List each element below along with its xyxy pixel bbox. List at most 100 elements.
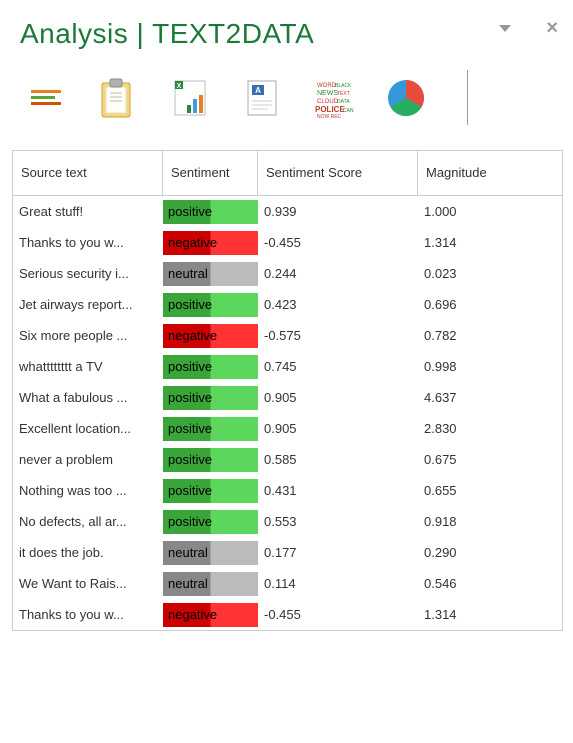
cell-magnitude: 0.023 xyxy=(418,258,562,289)
cell-source: Excellent location... xyxy=(13,413,163,444)
cell-magnitude: 1.000 xyxy=(418,196,562,227)
table-row[interactable]: Jet airways report...positive0.4230.696 xyxy=(13,289,562,320)
svg-text:A: A xyxy=(255,86,261,95)
document-icon[interactable]: A xyxy=(241,77,283,119)
cell-score: 0.423 xyxy=(258,289,418,320)
table-row[interactable]: We Want to Rais...neutral0.1140.546 xyxy=(13,568,562,599)
table-row[interactable]: Six more people ...negative-0.5750.782 xyxy=(13,320,562,351)
lines-icon[interactable] xyxy=(25,77,67,119)
table-row[interactable]: Thanks to you w...negative-0.4551.314 xyxy=(13,227,562,258)
sentiment-badge: negative xyxy=(163,324,258,348)
cell-score: 0.905 xyxy=(258,413,418,444)
cell-sentiment: positive xyxy=(163,289,258,320)
cell-sentiment: negative xyxy=(163,599,258,630)
cell-sentiment: positive xyxy=(163,351,258,382)
cell-sentiment: negative xyxy=(163,227,258,258)
cell-sentiment: neutral xyxy=(163,537,258,568)
col-header-source[interactable]: Source text xyxy=(13,151,163,195)
table-row[interactable]: it does the job.neutral0.1770.290 xyxy=(13,537,562,568)
cell-sentiment: positive xyxy=(163,413,258,444)
sentiment-badge: positive xyxy=(163,200,258,224)
cell-sentiment: positive xyxy=(163,196,258,227)
cell-source: We Want to Rais... xyxy=(13,568,163,599)
table-row[interactable]: Serious security i...neutral0.2440.023 xyxy=(13,258,562,289)
cell-sentiment: positive xyxy=(163,444,258,475)
cell-sentiment: neutral xyxy=(163,258,258,289)
cell-source: Six more people ... xyxy=(13,320,163,351)
cell-magnitude: 4.637 xyxy=(418,382,562,413)
svg-text:NEWS: NEWS xyxy=(317,90,338,97)
dropdown-icon[interactable] xyxy=(499,25,511,32)
cell-magnitude: 0.655 xyxy=(418,475,562,506)
sentiment-badge: positive xyxy=(163,417,258,441)
cell-score: 0.939 xyxy=(258,196,418,227)
toolbar: X A WORD BLACK NEWS TEXT CLOUD DATA POLI… xyxy=(0,50,573,145)
cell-source: What a fabulous ... xyxy=(13,382,163,413)
svg-text:POLICE: POLICE xyxy=(315,105,345,114)
sentiment-badge: positive xyxy=(163,510,258,534)
cell-magnitude: 0.675 xyxy=(418,444,562,475)
svg-text:BLACK: BLACK xyxy=(335,83,352,89)
window-controls: × xyxy=(499,18,558,38)
sentiment-badge: neutral xyxy=(163,572,258,596)
table-row[interactable]: No defects, all ar...positive0.5530.918 xyxy=(13,506,562,537)
sentiment-badge: neutral xyxy=(163,541,258,565)
sentiment-badge: positive xyxy=(163,448,258,472)
cell-sentiment: positive xyxy=(163,382,258,413)
cell-score: 0.905 xyxy=(258,382,418,413)
cell-magnitude: 0.998 xyxy=(418,351,562,382)
panel-header: Analysis | TEXT2DATA × xyxy=(0,0,573,50)
table-row[interactable]: Thanks to you w...negative-0.4551.314 xyxy=(13,599,562,630)
cell-sentiment: positive xyxy=(163,475,258,506)
table-row[interactable]: Great stuff!positive0.9391.000 xyxy=(13,196,562,227)
cell-score: 0.553 xyxy=(258,506,418,537)
cell-source: whatttttttt a TV xyxy=(13,351,163,382)
table-header-row: Source text Sentiment Sentiment Score Ma… xyxy=(13,151,562,196)
table-row[interactable]: never a problempositive0.5850.675 xyxy=(13,444,562,475)
cell-score: 0.431 xyxy=(258,475,418,506)
sentiment-badge: positive xyxy=(163,355,258,379)
sentiment-badge: positive xyxy=(163,386,258,410)
clipboard-icon[interactable] xyxy=(97,77,139,119)
sentiment-badge: positive xyxy=(163,293,258,317)
pie-chart-icon[interactable] xyxy=(385,77,427,119)
cell-magnitude: 0.696 xyxy=(418,289,562,320)
cell-source: No defects, all ar... xyxy=(13,506,163,537)
cell-score: 0.244 xyxy=(258,258,418,289)
col-header-sentiment[interactable]: Sentiment xyxy=(163,151,258,195)
svg-text:NOW REC: NOW REC xyxy=(317,114,342,119)
col-header-magnitude[interactable]: Magnitude xyxy=(418,151,562,195)
svg-text:CAN: CAN xyxy=(343,108,354,114)
table-row[interactable]: whatttttttt a TVpositive0.7450.998 xyxy=(13,351,562,382)
sentiment-badge: positive xyxy=(163,479,258,503)
cell-source: Thanks to you w... xyxy=(13,227,163,258)
cell-source: Thanks to you w... xyxy=(13,599,163,630)
wordcloud-icon[interactable]: WORD BLACK NEWS TEXT CLOUD DATA POLICE C… xyxy=(313,77,355,119)
sentiment-badge: neutral xyxy=(163,262,258,286)
cell-sentiment: negative xyxy=(163,320,258,351)
toolbar-separator xyxy=(467,70,468,125)
table-row[interactable]: Nothing was too ...positive0.4310.655 xyxy=(13,475,562,506)
svg-text:X: X xyxy=(177,83,182,90)
cell-sentiment: neutral xyxy=(163,568,258,599)
table-row[interactable]: Excellent location...positive0.9052.830 xyxy=(13,413,562,444)
cell-source: it does the job. xyxy=(13,537,163,568)
cell-magnitude: 0.290 xyxy=(418,537,562,568)
cell-magnitude: 0.918 xyxy=(418,506,562,537)
excel-icon[interactable]: X xyxy=(169,77,211,119)
cell-sentiment: positive xyxy=(163,506,258,537)
cell-score: 0.114 xyxy=(258,568,418,599)
cell-score: 0.585 xyxy=(258,444,418,475)
close-icon[interactable]: × xyxy=(546,18,558,38)
cell-magnitude: 0.546 xyxy=(418,568,562,599)
cell-score: -0.455 xyxy=(258,599,418,630)
col-header-score[interactable]: Sentiment Score xyxy=(258,151,418,195)
cell-magnitude: 1.314 xyxy=(418,599,562,630)
results-table: Source text Sentiment Sentiment Score Ma… xyxy=(12,150,563,631)
cell-magnitude: 1.314 xyxy=(418,227,562,258)
panel-title: Analysis | TEXT2DATA xyxy=(20,18,553,50)
table-row[interactable]: What a fabulous ...positive0.9054.637 xyxy=(13,382,562,413)
sentiment-badge: negative xyxy=(163,231,258,255)
cell-source: Nothing was too ... xyxy=(13,475,163,506)
svg-text:WORD: WORD xyxy=(317,83,337,89)
